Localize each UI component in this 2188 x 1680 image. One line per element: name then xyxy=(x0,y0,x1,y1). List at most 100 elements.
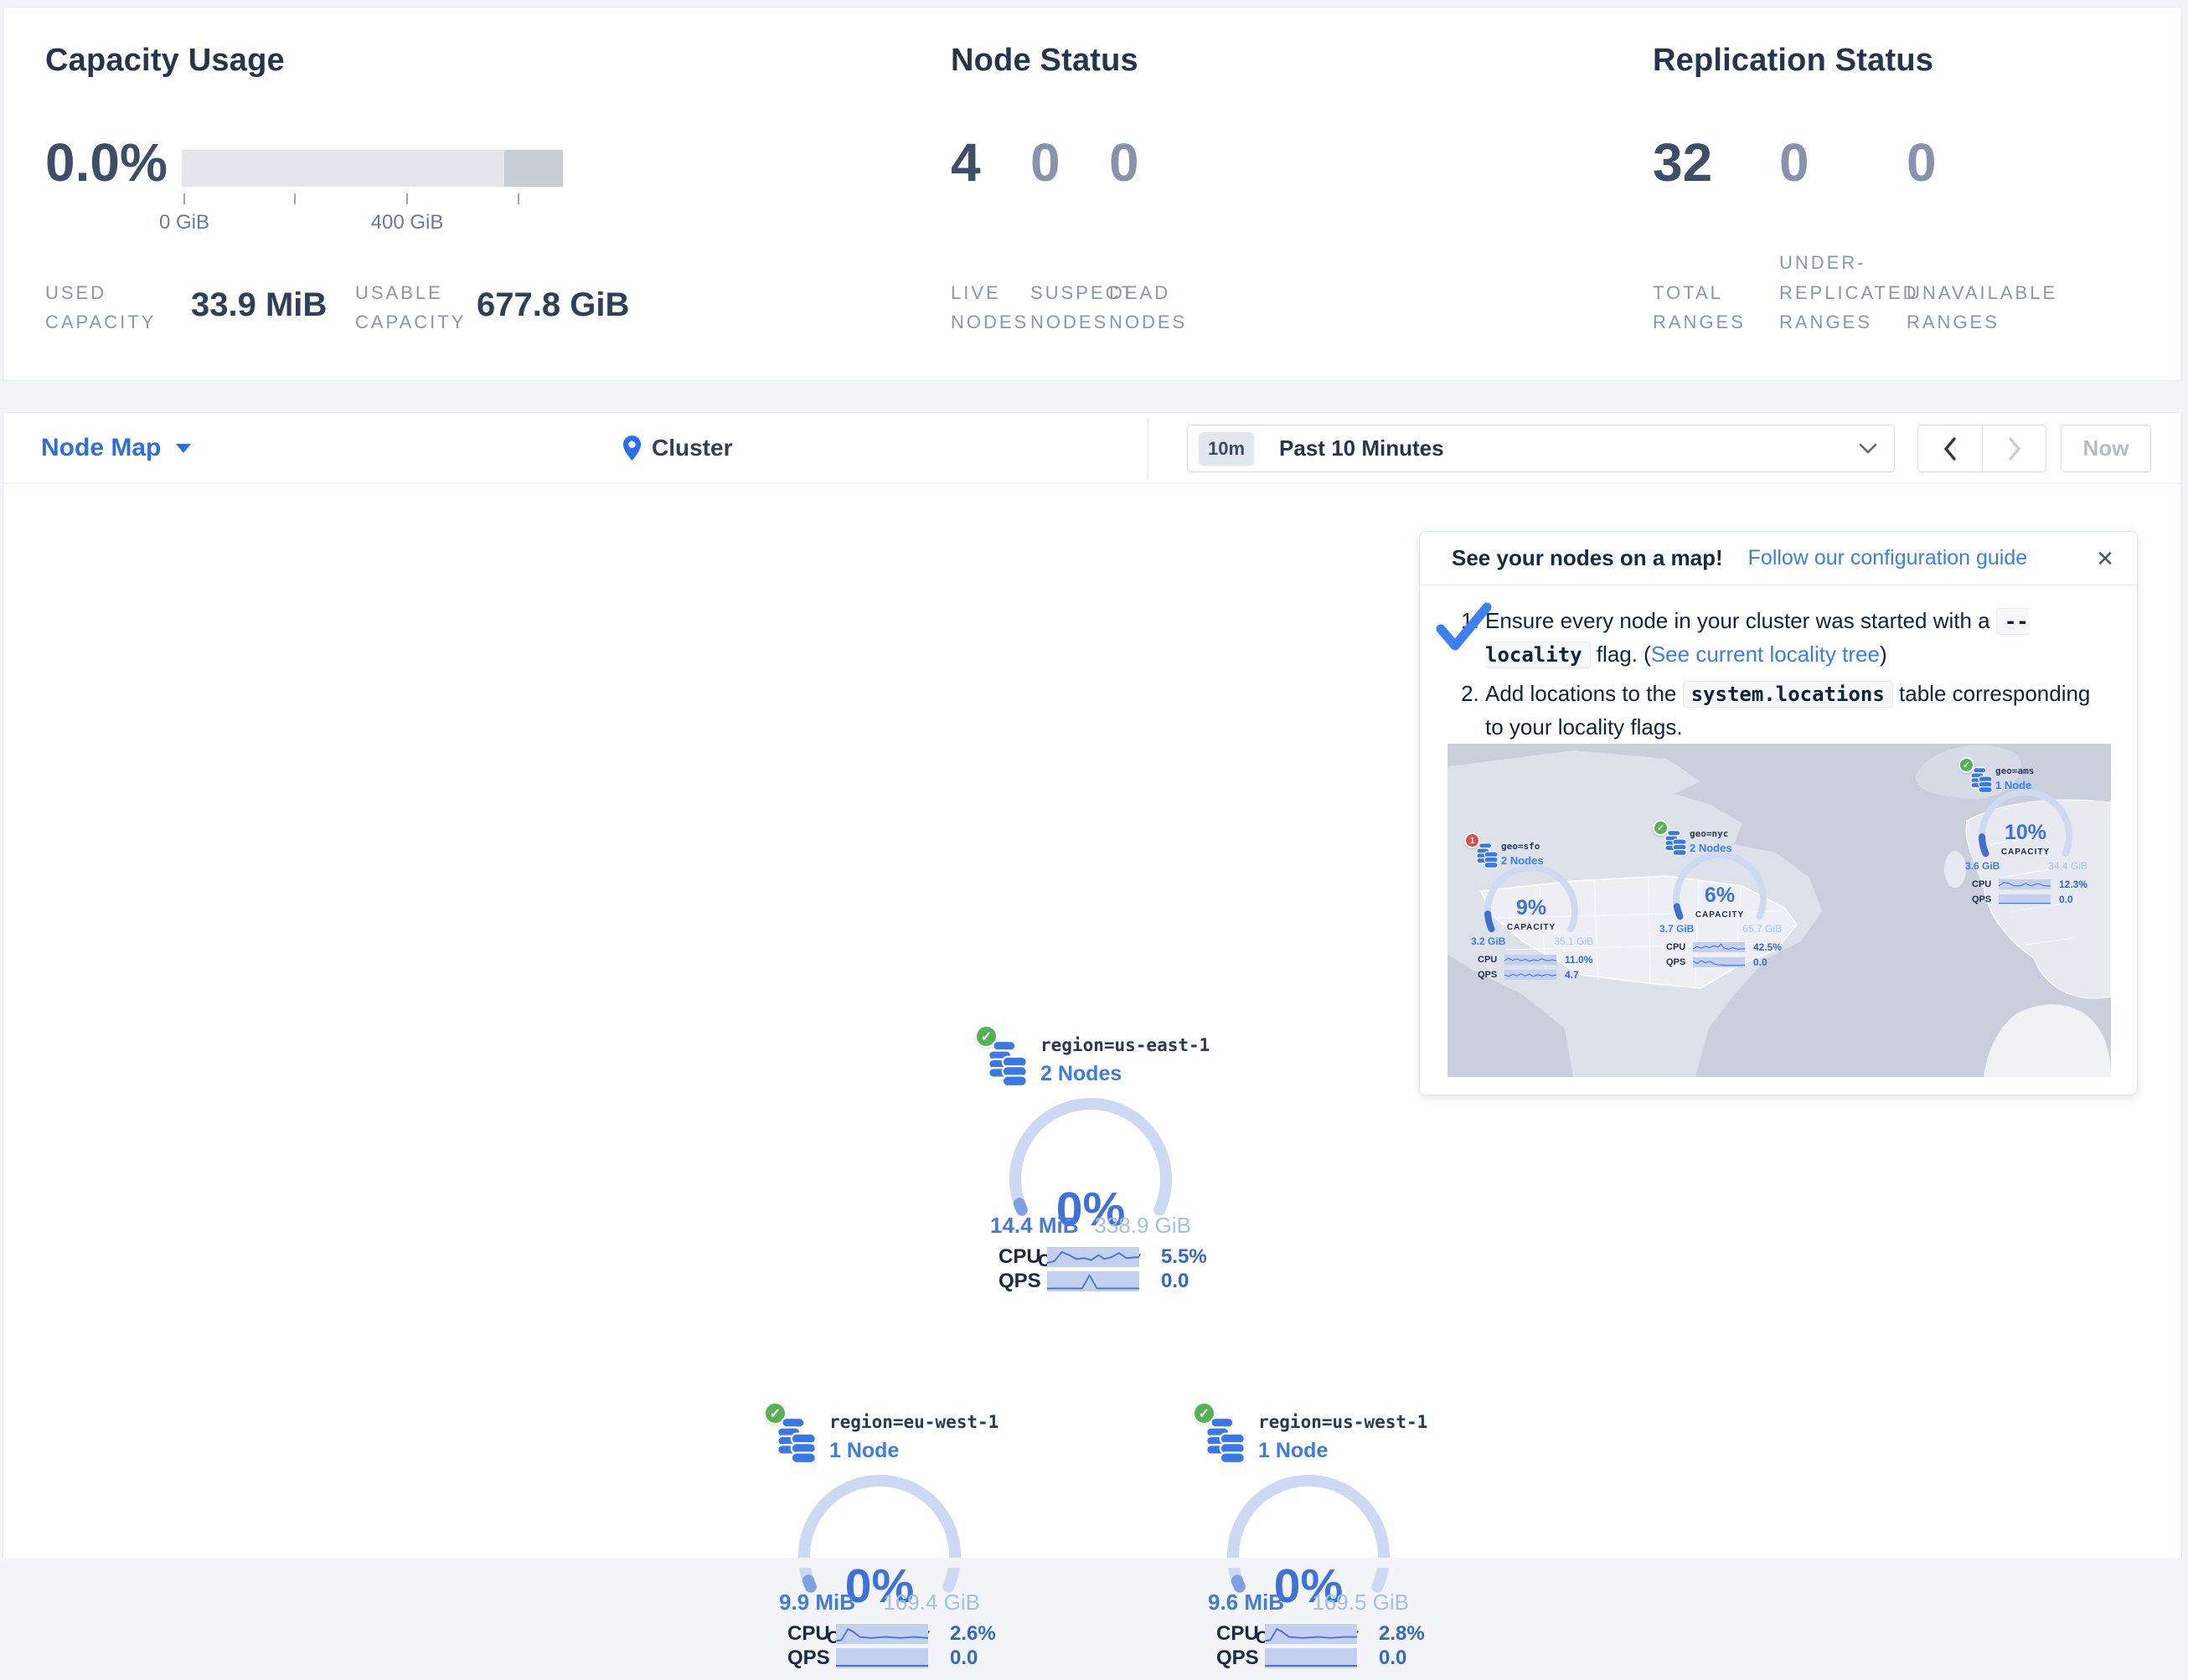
capacity-percent-value: 6% xyxy=(1669,885,1770,906)
healthy-check-icon: ✓ xyxy=(1958,757,1974,773)
time-range-dropdown[interactable]: 10m Past 10 Minutes xyxy=(1187,425,1895,472)
chevron-down-icon xyxy=(176,444,191,453)
capacity-gauge-label: CAPACITY xyxy=(1975,848,2076,857)
node-region-label: region=us-west-1 xyxy=(1258,1412,1427,1432)
node-region-card[interactable]: ✓ region=us-west-1 1 Node 0% CAPACITY 9.… xyxy=(1183,1399,1434,1680)
step1-mid-text: flag. ( xyxy=(1591,642,1651,667)
cpu-sparkline xyxy=(836,1624,928,1644)
axis-tick xyxy=(518,193,519,204)
cpu-value: 2.6% xyxy=(950,1622,996,1646)
breadcrumb[interactable]: Cluster xyxy=(622,413,732,483)
minimap-node-label: geo=sfo xyxy=(1501,841,1540,852)
used-capacity-value: 9.6 MiB xyxy=(1208,1590,1284,1616)
chevron-right-icon xyxy=(2008,437,2021,461)
qps-sparkline xyxy=(1047,1271,1139,1291)
total-capacity-value: 169.5 GiB xyxy=(1312,1590,1409,1616)
database-stack-icon xyxy=(1664,830,1688,856)
time-range-label: Past 10 Minutes xyxy=(1279,435,1444,461)
database-stack-icon xyxy=(1475,843,1499,868)
cpu-sparkline xyxy=(1693,942,1745,952)
capacity-gauge-label: CAPACITY xyxy=(1669,910,1770,920)
axis-tick-label: 0 GiB xyxy=(159,211,209,234)
capacity-percent-value: 9% xyxy=(1481,898,1582,919)
qps-value: 4.7 xyxy=(1565,969,1579,981)
capacity-percent: 0.0% xyxy=(45,131,168,193)
now-button-label: Now xyxy=(2083,435,2129,461)
minimap: 1 geo=sfo 2 Nodes 9% CAPACITY 3.2 GiB 35… xyxy=(1447,744,2111,1077)
time-prev-button[interactable] xyxy=(1918,425,1982,472)
cpu-label: CPU xyxy=(999,1245,1047,1269)
qps-sparkline xyxy=(836,1648,928,1668)
error-count-badge: 1 xyxy=(1464,832,1480,848)
view-selector-label: Node Map xyxy=(41,434,161,462)
cpu-value: 2.8% xyxy=(1379,1622,1425,1646)
used-capacity-value: 33.9 MiB xyxy=(191,286,327,324)
cpu-label: CPU xyxy=(1478,955,1504,965)
total-capacity-value: 65.7 GiB xyxy=(1742,923,1782,935)
dead-nodes-value: 0 xyxy=(1109,131,1139,193)
popup-title: See your nodes on a map! xyxy=(1452,545,1723,571)
map-config-popup: See your nodes on a map! Follow our conf… xyxy=(1419,531,2138,1095)
cpu-sparkline xyxy=(1047,1247,1139,1267)
minimap-node-label: geo=ams xyxy=(1995,765,2034,776)
total-ranges-value: 32 xyxy=(1653,131,1712,193)
system-locations-code: system.locations xyxy=(1683,681,1893,708)
used-capacity-label: USED CAPACITY xyxy=(45,278,188,337)
total-ranges-label: TOTAL RANGES xyxy=(1653,278,1766,337)
axis-tick xyxy=(183,193,185,204)
capacity-percent-value: 10% xyxy=(1975,822,2076,843)
capacity-bar xyxy=(182,150,563,187)
database-stack-icon xyxy=(986,1040,1029,1087)
database-stack-icon xyxy=(775,1417,818,1464)
cpu-sparkline xyxy=(1999,879,2051,889)
locality-tree-link[interactable]: See current locality tree xyxy=(1651,642,1880,667)
time-next-button[interactable] xyxy=(1982,425,2046,472)
used-capacity-value: 3.7 GiB xyxy=(1659,923,1694,935)
node-region-label: region=eu-west-1 xyxy=(829,1412,999,1432)
cpu-value: 11.0% xyxy=(1565,954,1592,966)
minimap-node: 1 geo=sfo 2 Nodes 9% CAPACITY 3.2 GiB 35… xyxy=(1447,744,1615,988)
page-bottom-strip xyxy=(0,1558,2188,1568)
cluster-summary-panel: Capacity Usage 0.0% 0 GiB 400 GiB USED C… xyxy=(3,7,2182,381)
minimap-node-label: geo=nyc xyxy=(1690,828,1728,839)
node-count-link[interactable]: 1 Node xyxy=(829,1439,899,1463)
minimap-node: ✓ geo=nyc 2 Nodes 6% CAPACITY 3.7 GiB 65… xyxy=(1636,744,1804,976)
popup-header: See your nodes on a map! Follow our conf… xyxy=(1420,532,2137,585)
qps-label: QPS xyxy=(1216,1647,1265,1670)
instruction-step-2: Add locations to the system.locations ta… xyxy=(1485,677,2107,745)
cpu-value: 5.5% xyxy=(1161,1245,1207,1269)
dead-nodes-label: DEAD NODES xyxy=(1109,278,1210,337)
capacity-bar-reserved-segment xyxy=(504,150,563,187)
node-status-title: Node Status xyxy=(951,43,1138,79)
qps-value: 0.0 xyxy=(1753,956,1767,968)
minimap-node: ✓ geo=ams 1 Node 10% CAPACITY 3.6 GiB 34… xyxy=(1942,744,2109,913)
instruction-step-1: Ensure every node in your cluster was st… xyxy=(1485,604,2107,672)
node-count-link[interactable]: 2 Nodes xyxy=(1040,1062,1122,1086)
replication-status-title: Replication Status xyxy=(1653,43,1933,79)
node-region-card[interactable]: ✓ region=eu-west-1 1 Node 0% CAPACITY 9.… xyxy=(754,1399,1005,1680)
used-capacity-value: 3.6 GiB xyxy=(1965,860,2000,872)
view-selector-dropdown[interactable]: Node Map xyxy=(41,413,191,483)
suspect-nodes-value: 0 xyxy=(1030,131,1060,193)
qps-label: QPS xyxy=(1478,970,1504,980)
node-count-link[interactable]: 1 Node xyxy=(1258,1439,1328,1463)
chevron-left-icon xyxy=(1943,437,1957,461)
qps-label: QPS xyxy=(1666,957,1693,967)
qps-value: 0.0 xyxy=(2059,894,2073,905)
close-icon[interactable]: × xyxy=(2097,544,2113,573)
breadcrumb-label: Cluster xyxy=(652,435,732,461)
axis-tick xyxy=(294,193,296,204)
now-button[interactable]: Now xyxy=(2061,425,2151,472)
cpu-sparkline xyxy=(1504,955,1556,965)
chevron-down-icon xyxy=(1859,443,1877,455)
configuration-guide-link[interactable]: Follow our configuration guide xyxy=(1748,546,2028,570)
qps-label: QPS xyxy=(999,1270,1047,1293)
step2-text: Add locations to the xyxy=(1485,681,1683,706)
total-capacity-value: 34.4 GiB xyxy=(2048,860,2087,872)
cpu-label: CPU xyxy=(1666,942,1693,952)
node-region-card[interactable]: ✓ region=us-east-1 2 Nodes 0% CAPACITY 1… xyxy=(965,1022,1216,1303)
step-complete-check-icon xyxy=(1435,602,1494,654)
step1-end-text: ) xyxy=(1880,642,1887,667)
qps-sparkline xyxy=(1999,894,2051,904)
time-range-badge: 10m xyxy=(1199,432,1254,466)
